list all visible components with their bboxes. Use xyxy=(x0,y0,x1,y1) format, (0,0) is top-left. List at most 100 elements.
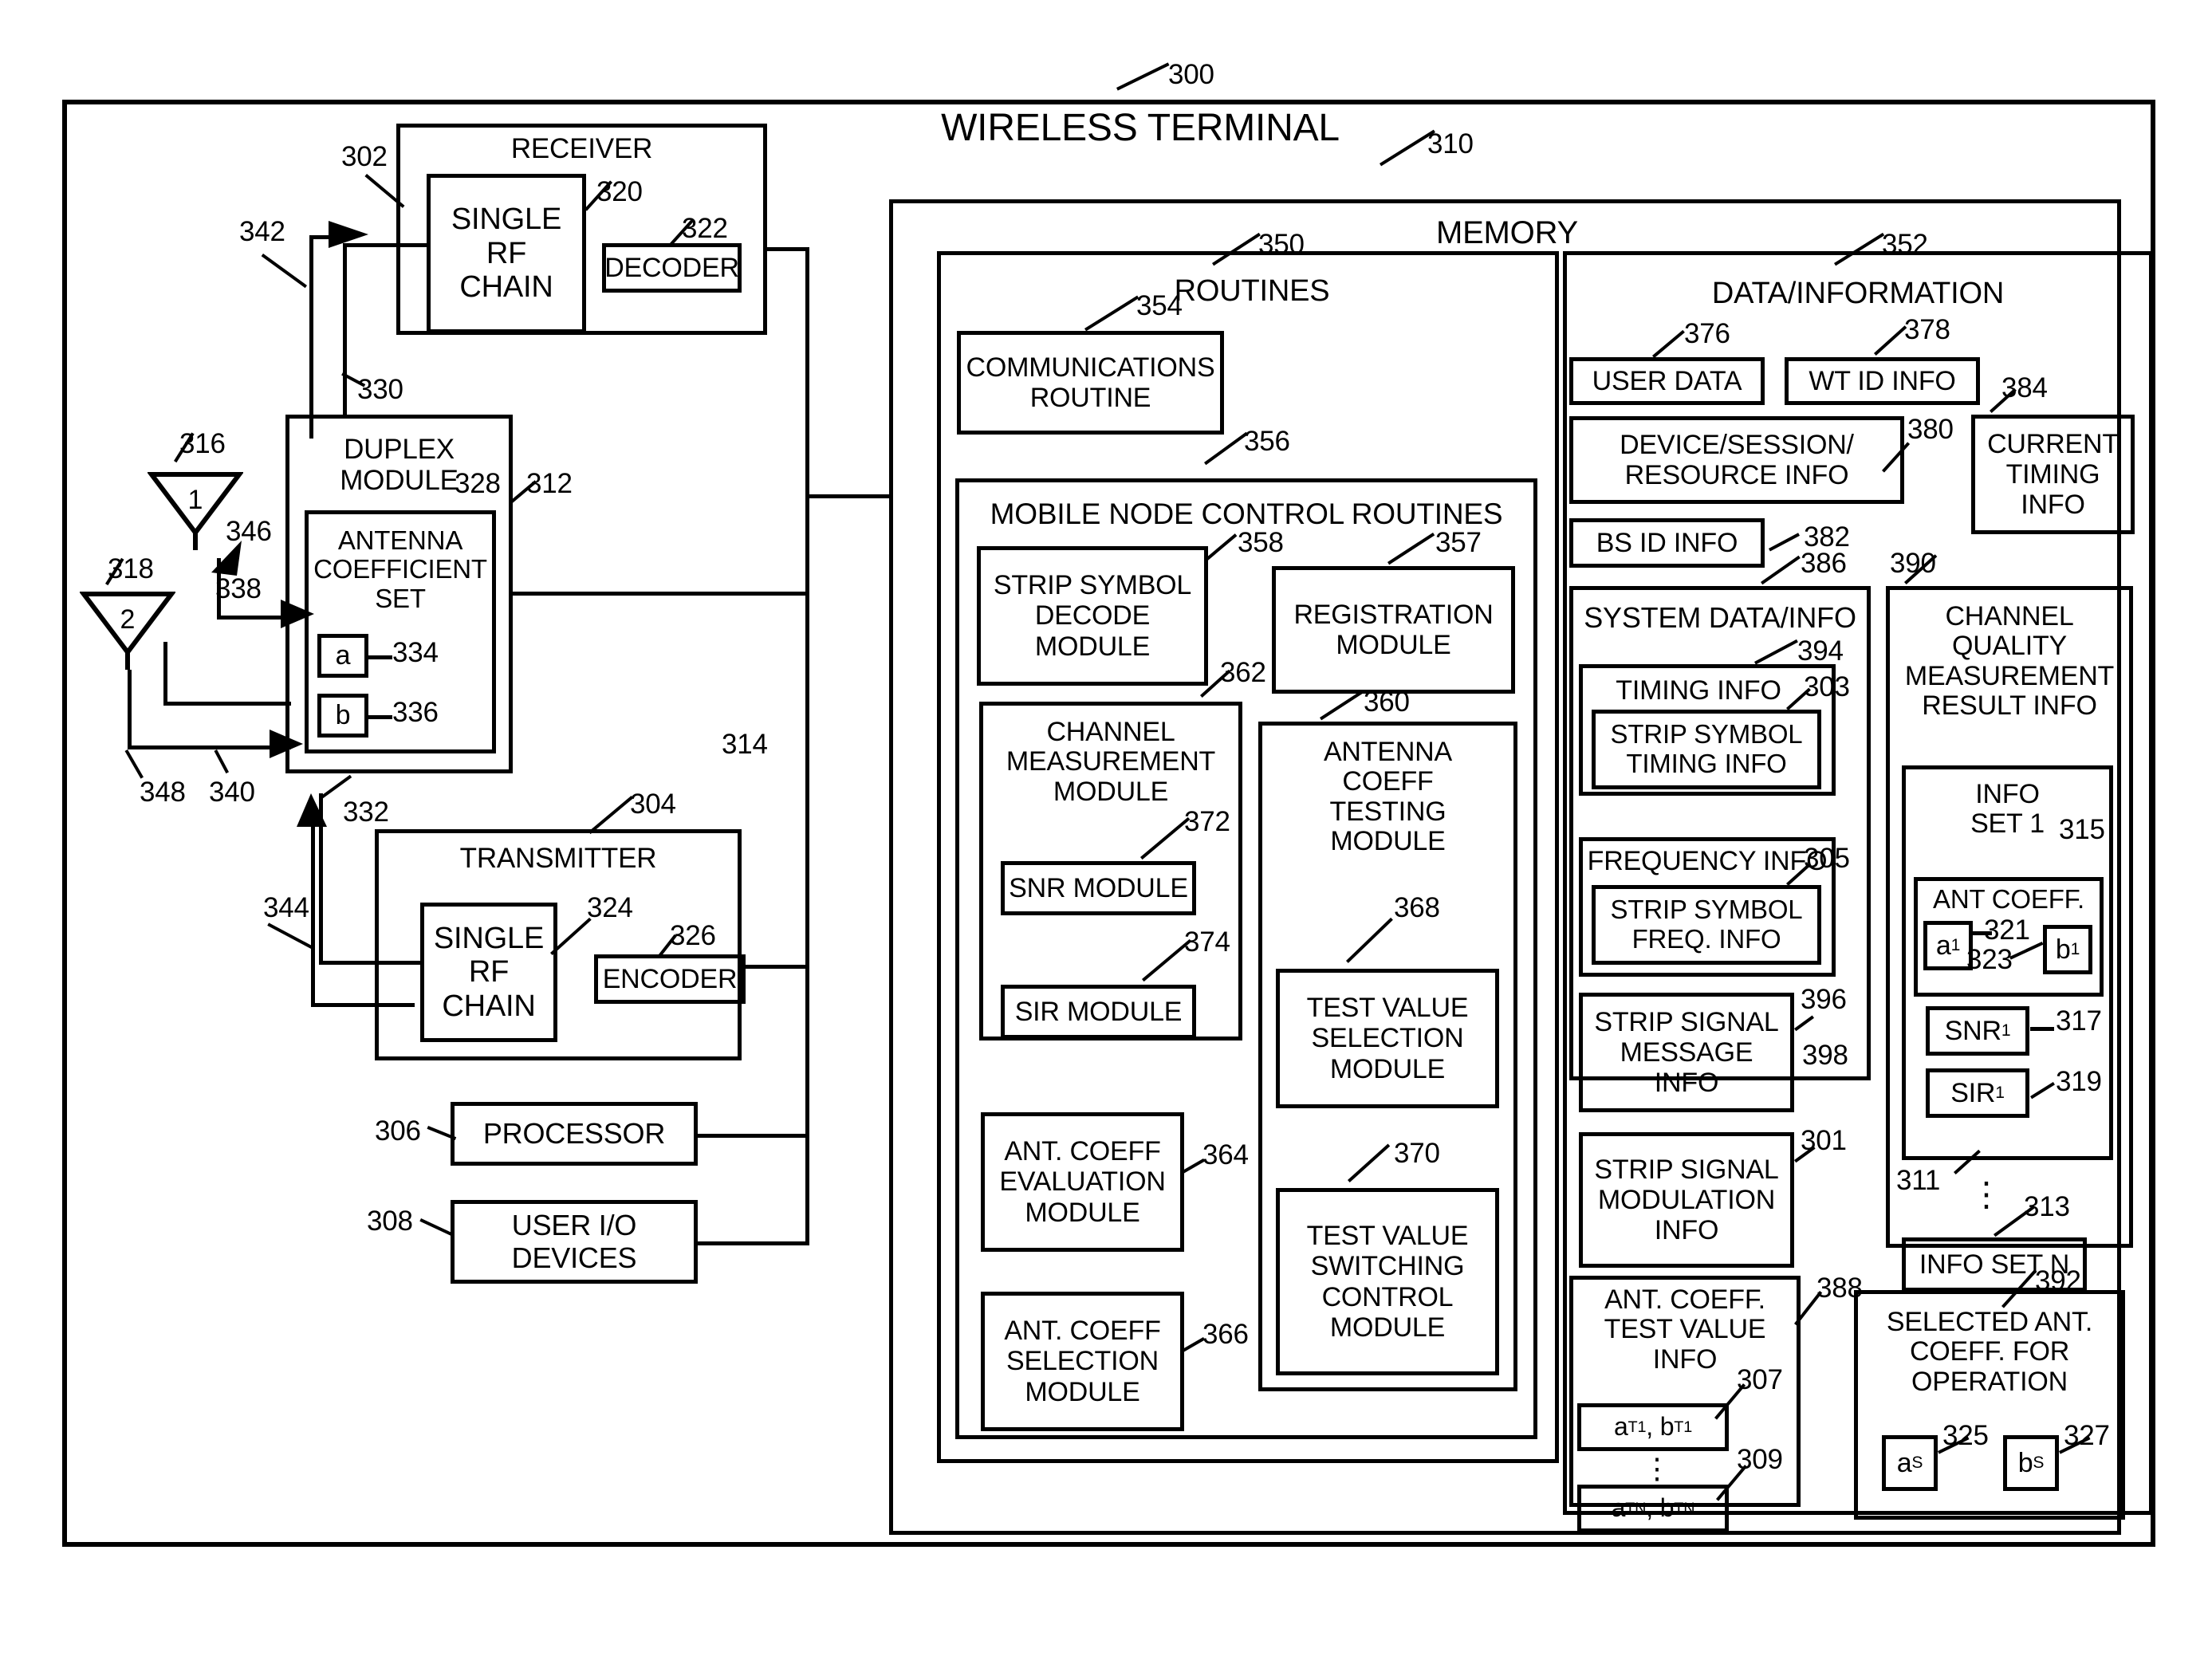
receiver-rf-chain: SINGLE RF CHAIN xyxy=(427,174,586,333)
wt-id-info-ref: 378 xyxy=(1904,314,1950,345)
test-value-switching-control-module-box: TEST VALUE SWITCHING CONTROL MODULE xyxy=(1276,1188,1499,1375)
channel-quality-measurement-result-info-title: CHANNEL QUALITY MEASUREMENT RESULT INFO xyxy=(1904,601,2115,722)
strip-signal-message-info-box: STRIP SIGNAL MESSAGE INFO xyxy=(1579,993,1794,1112)
selected-ant-coeff-ref: 392 xyxy=(2035,1265,2081,1296)
receiver-ref: 302 xyxy=(341,141,388,172)
bs-label: b xyxy=(2017,1447,2033,1478)
strip-symbol-decode-module-ref: 358 xyxy=(1238,527,1284,558)
user-io-ref: 308 xyxy=(367,1206,413,1237)
communications-routine-box: COMMUNICATIONS ROUTINE xyxy=(957,331,1224,435)
antenna-coeff-testing-module-ref: 360 xyxy=(1364,686,1410,718)
line-342-vertical xyxy=(309,235,313,439)
test-value-t1-box: a T1, b T1 xyxy=(1577,1403,1729,1451)
arrow-342-head xyxy=(329,221,368,248)
line-332-horizontal xyxy=(319,961,424,965)
test-comma-1: , xyxy=(1646,1412,1660,1442)
coeff-a-box: a xyxy=(317,634,368,678)
bus-to-receiver xyxy=(766,247,809,251)
test-value-selection-module-ref: 368 xyxy=(1394,892,1440,923)
internal-bus-spine xyxy=(805,247,809,1244)
ant-coeff-test-value-info-title: ANT. COEFF. TEST VALUE INFO xyxy=(1604,1284,1766,1375)
mobile-node-control-routines-ref: 356 xyxy=(1244,426,1290,457)
antenna-coefficient-set-title: ANTENNA COEFFICIENT SET xyxy=(313,525,487,613)
arrow-340-head xyxy=(270,730,303,758)
strip-symbol-timing-info-ref: 303 xyxy=(1804,671,1850,702)
timing-info-title: TIMING INFO xyxy=(1616,675,1781,706)
line-344-vertical xyxy=(311,809,315,1007)
test-value-switching-control-module-ref: 370 xyxy=(1394,1138,1440,1169)
b1-subscript: 1 xyxy=(2070,940,2080,959)
transmitter-title: TRANSMITTER xyxy=(459,843,657,874)
decoder-ref: 322 xyxy=(682,213,728,244)
processor-box: PROCESSOR xyxy=(451,1102,698,1166)
ref-346: 346 xyxy=(226,516,272,547)
test-b-tn-label: b xyxy=(1659,1493,1675,1523)
leader-314 xyxy=(805,678,806,681)
snr1-ref: 317 xyxy=(2056,1005,2102,1037)
line-344-horizontal xyxy=(311,1003,415,1007)
current-timing-info-ref: 384 xyxy=(2001,372,2048,403)
transmitter-rf-chain-ref: 324 xyxy=(587,892,633,923)
mobile-node-control-routines-title: MOBILE NODE CONTROL ROUTINES xyxy=(990,498,1503,530)
coeff-b-box: b xyxy=(317,694,368,738)
leader-300 xyxy=(1116,62,1170,91)
sir-module-box: SIR MODULE xyxy=(1001,985,1196,1039)
ref-330: 330 xyxy=(357,374,403,405)
bs-box: bS xyxy=(2003,1435,2059,1491)
arrow-338-head xyxy=(281,600,314,628)
decoder-box: DECODER xyxy=(602,243,742,293)
registration-module-ref: 357 xyxy=(1435,527,1482,558)
data-information-title: DATA/INFORMATION xyxy=(1711,277,2005,310)
antenna2-to-duplex xyxy=(128,745,291,749)
user-io-box: USER I/O DEVICES xyxy=(451,1200,698,1284)
data-information-ref: 352 xyxy=(1882,229,1928,260)
transmitter-ref: 304 xyxy=(630,789,676,820)
sir1-subscript: 1 xyxy=(1995,1084,2005,1103)
bus-to-transmitter xyxy=(742,965,809,969)
ref-340: 340 xyxy=(209,777,255,808)
strip-signal-message-info-ref: 396 xyxy=(1801,984,1847,1015)
snr-module-box: SNR MODULE xyxy=(1001,861,1196,915)
antenna-coeff-testing-module-title: ANTENNA COEFF TESTING MODULE xyxy=(1323,737,1453,857)
patent-figure-canvas: WIRELESS TERMINAL 300 RECEIVER 302 SINGL… xyxy=(0,0,2212,1664)
ref-332: 332 xyxy=(343,797,389,828)
leader-334 xyxy=(368,655,392,659)
bus-to-processor xyxy=(698,1134,809,1138)
bus-to-memory xyxy=(805,494,889,498)
antenna-2-symbol: 2 xyxy=(80,590,175,670)
duplex-receiver-line xyxy=(343,243,347,419)
bus-to-duplex xyxy=(513,592,809,596)
system-data-info-title: SYSTEM DATA/INFO xyxy=(1584,601,1856,634)
strip-signal-modulation-info-box: STRIP SIGNAL MODULATION INFO xyxy=(1579,1132,1794,1268)
timing-info-ref: 394 xyxy=(1797,635,1844,667)
bs-subscript: S xyxy=(2033,1454,2045,1473)
a1-subscript: 1 xyxy=(1950,936,1961,955)
info-set-1-ref: 315 xyxy=(2059,814,2105,845)
sir1-ref: 319 xyxy=(2056,1066,2102,1097)
test-value-t1-ref: 307 xyxy=(1737,1364,1783,1395)
selected-ant-coeff-title: SELECTED ANT. COEFF. FOR OPERATION xyxy=(1886,1307,2093,1397)
strip-symbol-freq-info-ref: 305 xyxy=(1804,843,1850,874)
ant-coeff-evaluation-module-box: ANT. COEFF EVALUATION MODULE xyxy=(981,1112,1184,1252)
antenna-coefficient-set-ref: 328 xyxy=(455,468,501,499)
current-timing-info-box: CURRENT TIMING INFO xyxy=(1971,415,2135,534)
snr-module-ref: 372 xyxy=(1184,806,1230,837)
info-set-ellipsis: ⋮ xyxy=(1970,1175,2003,1213)
as-box: aS xyxy=(1882,1435,1938,1491)
test-a-tn-label: a xyxy=(1611,1493,1626,1523)
snr1-box: SNR 1 xyxy=(1926,1006,2029,1056)
ant-coeff-selection-module-ref: 366 xyxy=(1202,1319,1249,1350)
channel-measurement-module-title: CHANNEL MEASUREMENT MODULE xyxy=(1006,717,1216,807)
encoder-box: ENCODER xyxy=(594,954,746,1004)
coeff-a-ref: 334 xyxy=(392,637,439,668)
a1-box: a1 xyxy=(1923,921,1973,970)
leader-317 xyxy=(2030,1027,2054,1031)
device-session-resource-info-ref: 380 xyxy=(1907,414,1954,445)
test-b-t1-subscript: T1 xyxy=(1674,1418,1693,1436)
bus-ref-314: 314 xyxy=(722,729,768,760)
test-value-selection-module-box: TEST VALUE SELECTION MODULE xyxy=(1276,969,1499,1108)
leader-321 xyxy=(1973,931,1992,935)
test-b-t1-label: b xyxy=(1659,1412,1675,1442)
as-label: a xyxy=(1896,1447,1912,1478)
ref-344: 344 xyxy=(263,892,309,923)
